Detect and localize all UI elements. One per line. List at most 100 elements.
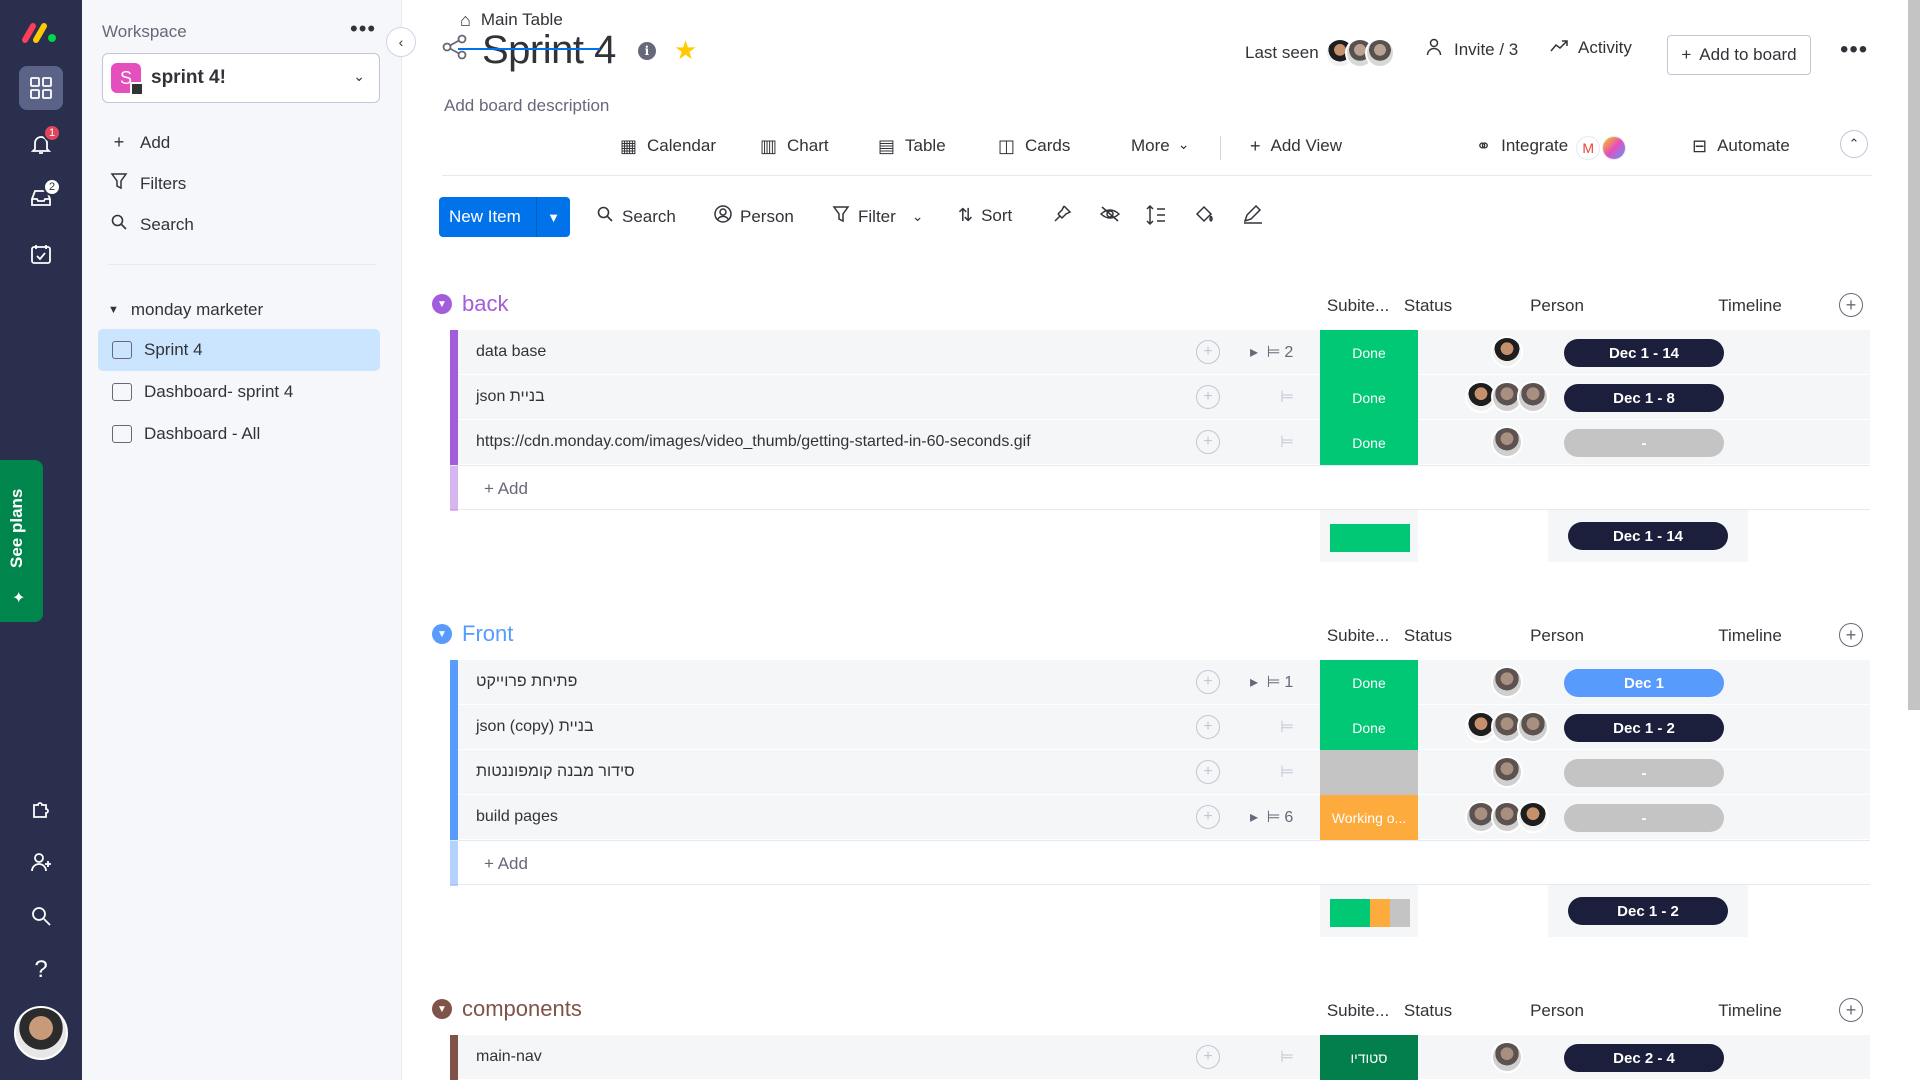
table-row[interactable]: https://cdn.monday.com/images/video_thum… bbox=[450, 420, 1870, 465]
sidebar-add[interactable]: + Add bbox=[108, 132, 171, 153]
status-cell[interactable]: Done bbox=[1320, 420, 1418, 465]
table-row[interactable]: build pages + ▸ ⊨ 6 Working o... - bbox=[450, 795, 1870, 840]
monday-logo-icon[interactable] bbox=[19, 14, 63, 50]
subitems-tree-icon[interactable]: ⊨ bbox=[1280, 1047, 1294, 1067]
notifications-bell-icon[interactable]: 1 bbox=[19, 122, 63, 166]
column-header-timeline[interactable]: Timeline bbox=[1670, 626, 1830, 646]
person-cell[interactable] bbox=[1440, 336, 1570, 370]
subitems-cell[interactable]: ▸ ⊨ 1 bbox=[1250, 672, 1293, 692]
tab-calendar[interactable]: ▦ Calendar bbox=[620, 126, 716, 176]
group-title[interactable]: back bbox=[462, 291, 508, 317]
item-name[interactable]: פתיחת פרוייקט bbox=[476, 673, 577, 691]
add-column-button[interactable]: + bbox=[1839, 623, 1863, 647]
status-cell[interactable]: Done bbox=[1320, 660, 1418, 705]
apps-puzzle-icon[interactable] bbox=[19, 786, 63, 830]
subitems-tree-icon[interactable]: ⊨ bbox=[1280, 762, 1294, 782]
group-title[interactable]: components bbox=[462, 996, 582, 1022]
hide-eye-icon[interactable] bbox=[1099, 204, 1121, 230]
add-update-icon[interactable]: + bbox=[1196, 1045, 1220, 1069]
pin-icon[interactable] bbox=[1052, 204, 1072, 230]
person-cell[interactable] bbox=[1440, 801, 1570, 835]
column-header-timeline[interactable]: Timeline bbox=[1670, 1001, 1830, 1021]
status-cell[interactable]: Working o... bbox=[1320, 795, 1418, 840]
tab-table[interactable]: ▤ Table bbox=[878, 126, 946, 176]
item-name[interactable]: json בניית bbox=[476, 388, 545, 406]
column-header-timeline[interactable]: Timeline bbox=[1670, 296, 1830, 316]
row-height-icon[interactable] bbox=[1146, 204, 1166, 232]
table-row[interactable]: סידור מבנה קומפוננטות + ⊨ - bbox=[450, 750, 1870, 795]
add-to-board-button[interactable]: + Add to board bbox=[1667, 35, 1811, 75]
add-column-button[interactable]: + bbox=[1839, 293, 1863, 317]
column-header-person[interactable]: Person bbox=[1492, 296, 1622, 316]
person-cell[interactable] bbox=[1440, 666, 1570, 700]
table-row[interactable]: json בניית + ⊨ Done Dec 1 - 8 bbox=[450, 375, 1870, 420]
group-collapse-icon[interactable]: ▼ bbox=[432, 624, 452, 644]
column-header-status[interactable]: Status bbox=[1373, 296, 1483, 316]
subitems-cell[interactable]: ▸ ⊨ 6 bbox=[1250, 807, 1293, 827]
group-collapse-icon[interactable]: ▼ bbox=[432, 294, 452, 314]
status-cell[interactable]: Done bbox=[1320, 705, 1418, 750]
timeline-cell[interactable]: Dec 2 - 4 bbox=[1564, 1044, 1724, 1072]
add-item-row[interactable]: + Add bbox=[450, 465, 1870, 511]
filter-button[interactable]: Filter ⌄ bbox=[832, 205, 924, 228]
person-cell[interactable] bbox=[1440, 381, 1570, 415]
subitems-cell[interactable]: ▸ ⊨ 2 bbox=[1250, 342, 1293, 362]
my-work-calendar-icon[interactable] bbox=[19, 232, 63, 276]
status-summary[interactable] bbox=[1320, 510, 1418, 562]
item-name[interactable]: json (copy) בניית bbox=[476, 718, 594, 736]
see-plans-button[interactable]: See plans ✦ bbox=[0, 460, 43, 622]
workspace-menu-icon[interactable]: ••• bbox=[350, 16, 376, 42]
item-name[interactable]: סידור מבנה קומפוננטות bbox=[476, 763, 635, 781]
person-cell[interactable] bbox=[1440, 711, 1570, 745]
help-icon[interactable]: ? bbox=[19, 948, 63, 992]
table-row[interactable]: data base + ▸ ⊨ 2 Done Dec 1 - 14 bbox=[450, 330, 1870, 375]
group-title[interactable]: Front bbox=[462, 621, 513, 647]
board-description[interactable]: Add board description bbox=[444, 96, 609, 116]
item-name[interactable]: build pages bbox=[476, 808, 558, 826]
collapse-sidebar-button[interactable]: ‹ bbox=[386, 27, 416, 57]
folder-monday-marketer[interactable]: ▼ monday marketer bbox=[108, 300, 263, 320]
table-row[interactable]: פתיחת פרוייקט + ▸ ⊨ 1 Done Dec 1 bbox=[450, 660, 1870, 705]
apps-grid-icon[interactable] bbox=[19, 66, 63, 110]
page-scrollbar[interactable] bbox=[1908, 0, 1920, 710]
timeline-cell[interactable]: Dec 1 - 2 bbox=[1564, 714, 1724, 742]
sidebar-board-sprint-4[interactable]: Sprint 4 bbox=[98, 329, 380, 371]
status-cell[interactable]: Done bbox=[1320, 330, 1418, 375]
timeline-cell[interactable]: - bbox=[1564, 804, 1724, 832]
tab-more[interactable]: More ⌄ bbox=[1131, 126, 1189, 176]
timeline-cell[interactable]: - bbox=[1564, 429, 1724, 457]
sidebar-filters[interactable]: Filters bbox=[108, 172, 186, 195]
search-button[interactable]: Search bbox=[596, 205, 676, 228]
tab-cards[interactable]: ◫ Cards bbox=[998, 126, 1070, 176]
user-avatar[interactable] bbox=[14, 1006, 68, 1060]
group-collapse-icon[interactable]: ▼ bbox=[432, 999, 452, 1019]
sidebar-search[interactable]: Search bbox=[108, 213, 194, 236]
timeline-cell[interactable]: Dec 1 bbox=[1564, 669, 1724, 697]
new-item-button[interactable]: New Item ▼ bbox=[439, 197, 570, 237]
person-cell[interactable] bbox=[1440, 426, 1570, 460]
column-header-person[interactable]: Person bbox=[1492, 626, 1622, 646]
sidebar-board-dashboard-sprint-4[interactable]: Dashboard- sprint 4 bbox=[98, 371, 380, 413]
subitems-tree-icon[interactable]: ⊨ bbox=[1280, 387, 1294, 407]
column-header-status[interactable]: Status bbox=[1373, 626, 1483, 646]
add-column-button[interactable]: + bbox=[1839, 998, 1863, 1022]
board-menu-icon[interactable]: ••• bbox=[1840, 36, 1868, 64]
integrate-button[interactable]: ⚭ Integrate M bbox=[1476, 126, 1627, 176]
timeline-cell[interactable]: Dec 1 - 14 bbox=[1564, 339, 1724, 367]
person-cell[interactable] bbox=[1440, 756, 1570, 790]
subitems-tree-icon[interactable]: ⊨ bbox=[1280, 432, 1294, 452]
sort-button[interactable]: ⇅ Sort bbox=[958, 205, 1012, 226]
subitems-tree-icon[interactable]: ⊨ bbox=[1280, 717, 1294, 737]
chevron-down-icon[interactable]: ▼ bbox=[536, 197, 570, 237]
collapse-header-button[interactable]: ⌃ bbox=[1840, 130, 1868, 158]
add-item-row[interactable]: + Add bbox=[450, 840, 1870, 886]
status-cell[interactable]: Done bbox=[1320, 375, 1418, 420]
add-view-button[interactable]: + Add View bbox=[1250, 126, 1342, 176]
chevron-down-icon[interactable]: ⌄ bbox=[912, 208, 924, 225]
timeline-cell[interactable]: - bbox=[1564, 759, 1724, 787]
status-cell[interactable] bbox=[1320, 750, 1418, 795]
add-update-icon[interactable]: + bbox=[1196, 385, 1220, 409]
color-fill-icon[interactable] bbox=[1194, 204, 1216, 230]
status-cell[interactable]: סטודיו bbox=[1320, 1035, 1418, 1080]
inbox-icon[interactable]: 2 bbox=[19, 176, 63, 220]
